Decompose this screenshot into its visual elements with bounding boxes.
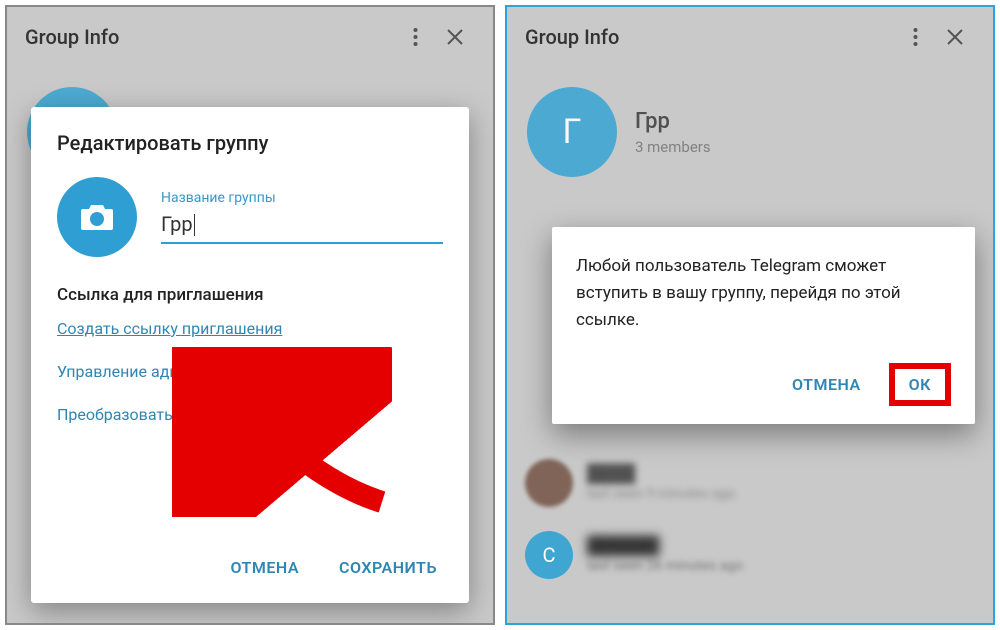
set-photo-button[interactable]: [57, 177, 137, 257]
more-icon[interactable]: [395, 17, 435, 57]
members-count: 3 members: [635, 138, 711, 156]
close-icon[interactable]: [935, 17, 975, 57]
edit-group-dialog: Редактировать группу Название группы Грр…: [31, 107, 469, 603]
page-title: Group Info: [525, 25, 895, 49]
dialog-footer: ОТМЕНА СОХРАНИТЬ: [57, 538, 443, 585]
avatar: С: [525, 531, 573, 579]
group-header: Г Грр 3 members: [507, 67, 993, 197]
more-icon[interactable]: [895, 17, 935, 57]
screenshot-left: Group Info Редактировать группу Название…: [5, 5, 495, 625]
group-header-text: Грр 3 members: [635, 109, 711, 156]
list-item: С ██████ last seen 26 minutes ago: [507, 519, 993, 591]
confirm-dialog: Любой пользователь Telegram сможет вступ…: [552, 227, 975, 424]
group-name-input[interactable]: Грр: [161, 210, 443, 245]
dialog-title: Редактировать группу: [57, 131, 443, 155]
avatar: Г: [527, 87, 617, 177]
avatar: [525, 459, 573, 507]
member-info: ██████ last seen 26 minutes ago: [587, 536, 743, 574]
cancel-button[interactable]: ОТМЕНА: [224, 550, 305, 585]
titlebar: Group Info: [507, 7, 993, 67]
cancel-button[interactable]: ОТМЕНА: [786, 367, 867, 402]
group-name: Грр: [635, 109, 711, 134]
titlebar: Group Info: [7, 7, 493, 67]
group-name-field[interactable]: Название группы Грр: [161, 190, 443, 245]
dialog-message: Любой пользователь Telegram сможет вступ…: [576, 253, 951, 335]
manage-admins-link[interactable]: Управление администраторами: [57, 356, 443, 387]
close-icon[interactable]: [435, 17, 475, 57]
list-item: ████ last seen 9 minutes ago: [507, 447, 993, 519]
save-button[interactable]: СОХРАНИТЬ: [333, 550, 443, 585]
camera-icon: [79, 202, 115, 232]
invite-heading: Ссылка для приглашения: [57, 285, 443, 305]
ok-button[interactable]: ОК: [903, 371, 937, 398]
dialog-actions: ОТМЕНА ОК: [576, 363, 951, 406]
field-label: Название группы: [161, 190, 443, 206]
group-basic-row: Название группы Грр: [57, 177, 443, 257]
invite-section: Ссылка для приглашения Создать ссылку пр…: [57, 285, 443, 442]
page-title: Group Info: [25, 25, 395, 49]
convert-supergroup-link[interactable]: Преобразовать в супергруппу: [57, 399, 443, 430]
screenshot-right: Group Info Г Грр 3 members ████ last see…: [505, 5, 995, 625]
member-info: ████ last seen 9 minutes ago: [587, 464, 735, 502]
create-invite-link[interactable]: Создать ссылку приглашения: [57, 313, 443, 344]
annotation-highlight: ОК: [889, 363, 951, 406]
